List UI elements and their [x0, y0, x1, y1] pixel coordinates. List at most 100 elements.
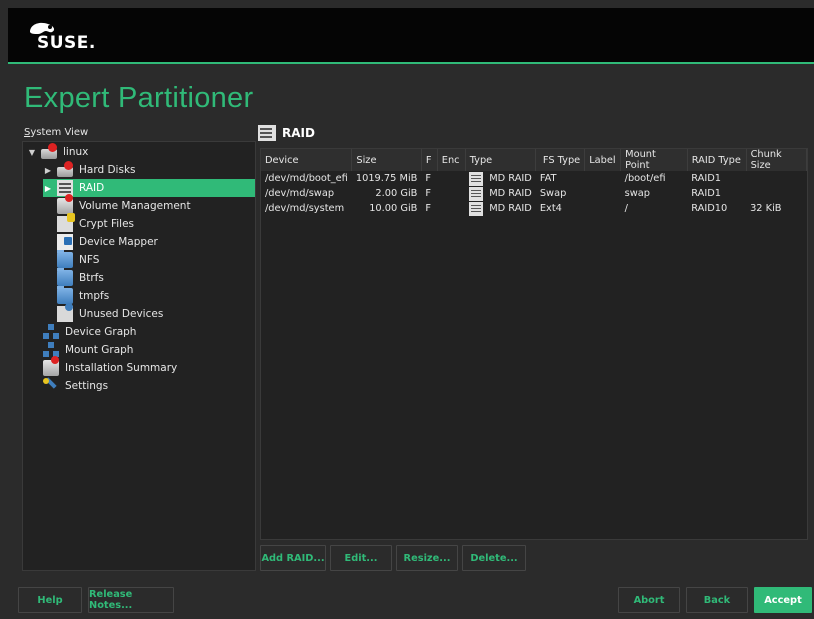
expand-arrow-icon[interactable]: ▶: [43, 166, 53, 175]
table-header-row: Device Size F Enc Type FS Type Label Mou…: [261, 149, 808, 171]
tree-item-tmpfs[interactable]: tmpfs: [57, 286, 110, 305]
cell-chunk: 32 KiB: [750, 203, 782, 214]
delete-button[interactable]: Delete...: [462, 545, 526, 571]
column-header-type[interactable]: Type: [465, 149, 537, 171]
abort-button-label: Abort: [633, 594, 665, 606]
tree-item-label: NFS: [79, 254, 100, 266]
tree-item-label: Unused Devices: [79, 308, 164, 320]
tree-item-nfs[interactable]: NFS: [57, 250, 100, 269]
column-header-mount-point[interactable]: Mount Point: [620, 149, 688, 171]
tree-item-label: Mount Graph: [65, 344, 134, 356]
unused-device-icon: [57, 303, 73, 322]
column-header-fs-type[interactable]: FS Type: [535, 149, 586, 171]
tree-item-label: Installation Summary: [65, 362, 178, 374]
page-title: Expert Partitioner: [24, 82, 254, 114]
cell-label: [585, 201, 621, 216]
cell-enc: [437, 201, 465, 216]
tree-item-unused-devices[interactable]: Unused Devices: [57, 303, 164, 323]
cell-size: 2.00 GiB: [375, 188, 418, 199]
column-header-f[interactable]: F: [421, 149, 438, 171]
raid-table-grid[interactable]: Device Size F Enc Type FS Type Label Mou…: [261, 149, 808, 216]
table-row[interactable]: /dev/md/swap 2.00 GiB F MD RAID Swap swa…: [261, 186, 807, 201]
computer-icon: [41, 143, 57, 159]
column-header-enc[interactable]: Enc: [437, 149, 466, 171]
cell-mount: /: [624, 203, 628, 214]
resize-button-label: Resize...: [403, 552, 451, 564]
column-header-label[interactable]: Label: [584, 149, 622, 171]
cell-mount: /boot/efi: [624, 173, 666, 184]
cell-type-text: MD RAID: [489, 173, 532, 184]
cell-type: MD RAID: [465, 186, 536, 201]
cell-chunk: [746, 171, 806, 186]
table-row[interactable]: /dev/md/system 10.00 GiB F MD RAID Ext4 …: [261, 201, 807, 216]
cell-type-text: MD RAID: [489, 203, 532, 214]
expand-arrow-icon[interactable]: ▼: [27, 148, 37, 157]
logo-text: SUSE.: [37, 33, 96, 53]
tree-item-installation-summary[interactable]: Installation Summary: [43, 356, 178, 377]
add-raid-button-label: Add RAID...: [261, 552, 325, 564]
wrench-icon: [43, 378, 59, 394]
cell-type: MD RAID: [465, 171, 536, 186]
accept-button[interactable]: Accept: [754, 587, 812, 613]
column-header-device[interactable]: Device: [261, 149, 353, 171]
raid-icon: [469, 186, 484, 201]
tree-item-raid[interactable]: ▶ RAID: [43, 179, 255, 197]
release-notes-button-label: Release Notes...: [89, 589, 133, 611]
release-notes-button[interactable]: Release Notes...: [88, 587, 174, 613]
cell-enc: [437, 171, 465, 186]
add-raid-button[interactable]: Add RAID...: [260, 545, 326, 571]
tree-item-settings[interactable]: Settings: [43, 377, 108, 395]
cell-label: [585, 186, 621, 201]
cell-f: F: [425, 203, 432, 214]
tree-item-label: Settings: [65, 380, 109, 392]
back-button[interactable]: Back: [686, 587, 748, 613]
cell-label: [585, 171, 621, 186]
cell-device: /dev/md/system: [265, 203, 345, 214]
cell-raid-type: RAID1: [691, 173, 722, 184]
abort-button[interactable]: Abort: [618, 587, 680, 613]
tree-item-device-mapper[interactable]: Device Mapper: [57, 233, 158, 251]
system-view-tree[interactable]: ▼ linux ▶ Hard Disks ▶ RAID Volume Manag…: [22, 141, 256, 571]
table-row[interactable]: /dev/md/boot_efi 1019.75 MiB F MD RAID F…: [261, 171, 807, 186]
raid-table[interactable]: Device Size F Enc Type FS Type Label Mou…: [260, 148, 808, 540]
tree-item-label: Crypt Files: [79, 218, 135, 230]
device-mapper-icon: [57, 234, 73, 250]
cell-enc: [437, 186, 465, 201]
cell-raid-type: RAID10: [691, 203, 728, 214]
tree-item-label: tmpfs: [79, 290, 110, 302]
cell-size: 1019.75 MiB: [355, 173, 418, 184]
tree-item-crypt-files[interactable]: Crypt Files: [57, 213, 135, 233]
cell-f: F: [425, 188, 432, 199]
delete-button-label: Delete...: [470, 552, 518, 564]
graph-icon: [43, 324, 59, 340]
column-header-raid-type[interactable]: RAID Type: [687, 149, 747, 171]
back-button-label: Back: [703, 594, 731, 606]
summary-icon: [43, 356, 59, 376]
help-button-label: Help: [37, 594, 63, 606]
tree-item-btrfs[interactable]: Btrfs: [57, 268, 104, 287]
help-button[interactable]: Help: [18, 587, 82, 613]
folder-icon: [57, 286, 73, 304]
tree-item-device-graph[interactable]: Device Graph: [43, 323, 136, 341]
column-header-size[interactable]: Size: [351, 149, 422, 171]
tree-item-label: Device Graph: [65, 326, 137, 338]
edit-button[interactable]: Edit...: [330, 545, 392, 571]
column-header-chunk-size[interactable]: Chunk Size: [746, 149, 808, 171]
edit-button-label: Edit...: [344, 552, 378, 564]
folder-icon: [57, 268, 73, 286]
system-view-label: System View: [24, 127, 89, 138]
resize-button[interactable]: Resize...: [396, 545, 458, 571]
system-view-label-rest: ystem View: [30, 127, 89, 138]
tree-item-hard-disks[interactable]: ▶ Hard Disks: [43, 161, 136, 179]
tree-item-label: Hard Disks: [79, 164, 136, 176]
expand-arrow-icon[interactable]: ▶: [43, 184, 53, 193]
hard-disk-icon: [57, 161, 73, 177]
tree-item-volume-management[interactable]: Volume Management: [57, 194, 191, 215]
cell-f: F: [425, 173, 432, 184]
cell-device: /dev/md/swap: [265, 188, 335, 199]
folder-icon: [57, 250, 73, 268]
tree-item-linux[interactable]: ▼ linux: [27, 143, 88, 161]
accept-button-label: Accept: [764, 594, 802, 606]
suse-logo: SUSE.: [28, 20, 95, 54]
panel-title-text: RAID: [282, 126, 315, 140]
